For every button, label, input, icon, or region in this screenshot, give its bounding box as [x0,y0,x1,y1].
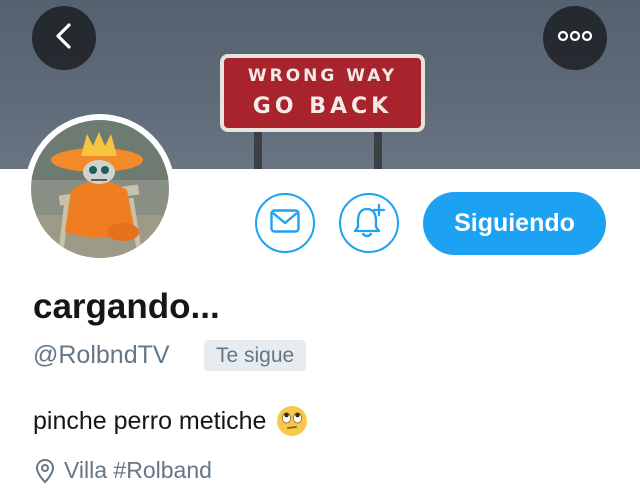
profile-page: WRONG WAY GO BACK Siguiendo cargando... … [0,0,640,501]
notifications-button[interactable] [339,193,399,253]
avatar[interactable] [25,114,175,264]
back-button[interactable] [32,6,96,70]
location-text: Villa #Rolband [64,457,212,483]
envelope-icon [270,208,300,238]
eye-roll-emoji-icon [276,405,308,437]
display-name: cargando... [33,287,220,326]
following-button[interactable]: Siguiendo [423,192,606,255]
user-handle: @RolbndTV [33,341,170,369]
more-options-button[interactable] [543,6,607,70]
sign-line-2: GO BACK [252,94,393,119]
message-button[interactable] [255,193,315,253]
road-sign: WRONG WAY GO BACK [220,54,425,132]
chevron-left-icon [52,21,76,56]
location-pin-icon [34,458,56,484]
bio: pinche perro metiche [33,405,308,437]
sign-line-1: WRONG WAY [247,66,398,86]
bell-plus-icon [352,203,386,244]
sign-post-left [254,128,262,169]
sign-post-right [374,128,382,169]
location: Villa #Rolband [34,457,212,484]
follows-you-badge: Te sigue [204,340,307,371]
avatar-image [31,120,169,258]
more-horizontal-icon [557,29,593,47]
bio-text: pinche perro metiche [33,406,267,435]
